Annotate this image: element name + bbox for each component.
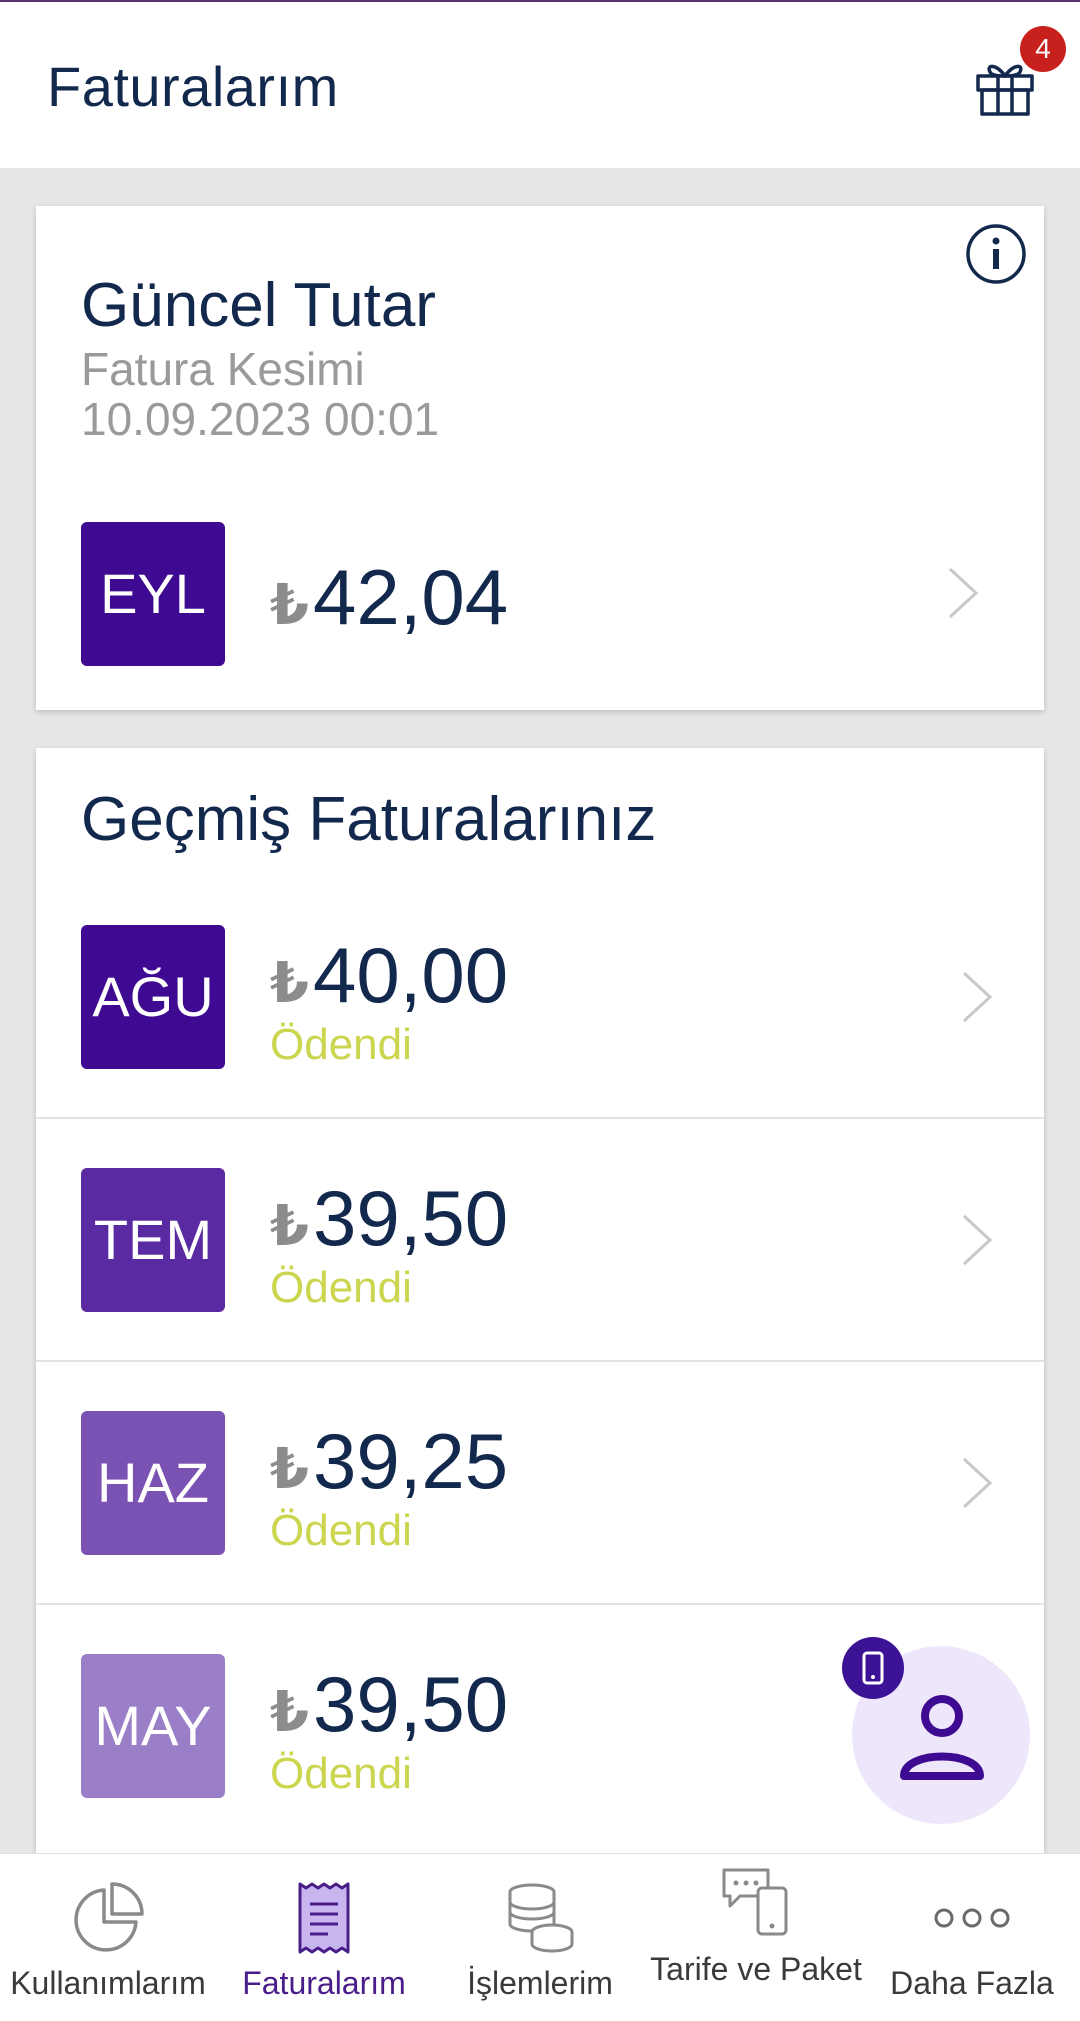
nav-label: Tarife ve Paket — [650, 1951, 862, 1987]
lira-symbol: ₺ — [270, 1680, 309, 1743]
more-dots-icon — [934, 1908, 1010, 1928]
bill-amount: ₺39,50 — [270, 1659, 508, 1750]
paid-status: Ödendi — [270, 1749, 412, 1798]
paid-status: Ödendi — [270, 1020, 412, 1069]
nav-label: Faturalarım — [242, 1965, 406, 2001]
lira-symbol: ₺ — [270, 1437, 309, 1500]
row-divider — [36, 1603, 1044, 1605]
nav-label: Kullanımlarım — [10, 1965, 206, 2001]
bill-amount: ₺40,00 — [270, 930, 508, 1021]
nav-item-usage[interactable]: Kullanımlarım — [0, 1854, 216, 2021]
bill-amount-value: 39,25 — [312, 1417, 509, 1505]
nav-item-transactions[interactable]: İşlemlerim — [432, 1854, 648, 2021]
past-bills-title: Geçmiş Faturalarınız — [81, 785, 657, 854]
bill-amount-value: 39,50 — [312, 1174, 509, 1262]
bottom-nav: Kullanımlarım Faturalarım İşlemlerim Tar… — [0, 1853, 1080, 2021]
coins-icon — [508, 1883, 574, 1953]
current-bill-title: Güncel Tutar — [81, 271, 436, 340]
mobile-phone-icon — [862, 1651, 884, 1685]
row-divider — [36, 1117, 1044, 1119]
nav-label: Daha Fazla — [890, 1965, 1054, 2001]
bill-amount-value: 39,50 — [312, 1660, 509, 1748]
bill-amount: ₺39,50 — [270, 1173, 508, 1264]
lira-symbol: ₺ — [270, 573, 309, 636]
bill-amount-value: 40,00 — [312, 931, 509, 1019]
receipt-icon — [298, 1882, 350, 1954]
month-badge: HAZ — [81, 1411, 225, 1555]
gift-badge-count: 4 — [1020, 26, 1066, 72]
bill-cut-datetime: 10.09.2023 00:01 — [81, 393, 440, 445]
pie-chart-icon — [74, 1882, 144, 1952]
nav-item-more[interactable]: Daha Fazla — [864, 1854, 1080, 2021]
month-badge: AĞU — [81, 925, 225, 1069]
nav-label: İşlemlerim — [467, 1965, 613, 2001]
bill-cut-label: Fatura Kesimi — [81, 343, 365, 395]
nav-item-tariff[interactable]: Tarife ve Paket — [648, 1854, 864, 2021]
page-title: Faturalarım — [47, 55, 339, 118]
lira-symbol: ₺ — [270, 951, 309, 1014]
lira-symbol: ₺ — [270, 1194, 309, 1257]
current-amount: ₺42,04 — [270, 552, 508, 643]
nav-item-bills[interactable]: Faturalarım — [216, 1854, 432, 2021]
month-badge: MAY — [81, 1654, 225, 1798]
chevron-right-icon[interactable] — [958, 967, 998, 1027]
chevron-right-icon[interactable] — [958, 1210, 998, 1270]
current-amount-value: 42,04 — [312, 553, 509, 641]
person-icon — [900, 1695, 984, 1780]
paid-status: Ödendi — [270, 1506, 412, 1555]
current-month-badge: EYL — [81, 522, 225, 666]
info-icon[interactable] — [964, 222, 1028, 286]
chevron-right-icon[interactable] — [944, 563, 984, 623]
phone-chat-icon — [722, 1868, 788, 1936]
chevron-right-icon[interactable] — [958, 1453, 998, 1513]
bill-cut-date: Fatura Kesimi 10.09.2023 00:01 — [81, 344, 439, 444]
app-header: Faturalarım — [0, 2, 1080, 168]
month-badge: TEM — [81, 1168, 225, 1312]
bill-amount: ₺39,25 — [270, 1416, 508, 1507]
mobile-badge — [842, 1637, 904, 1699]
row-divider — [36, 1360, 1044, 1362]
paid-status: Ödendi — [270, 1263, 412, 1312]
